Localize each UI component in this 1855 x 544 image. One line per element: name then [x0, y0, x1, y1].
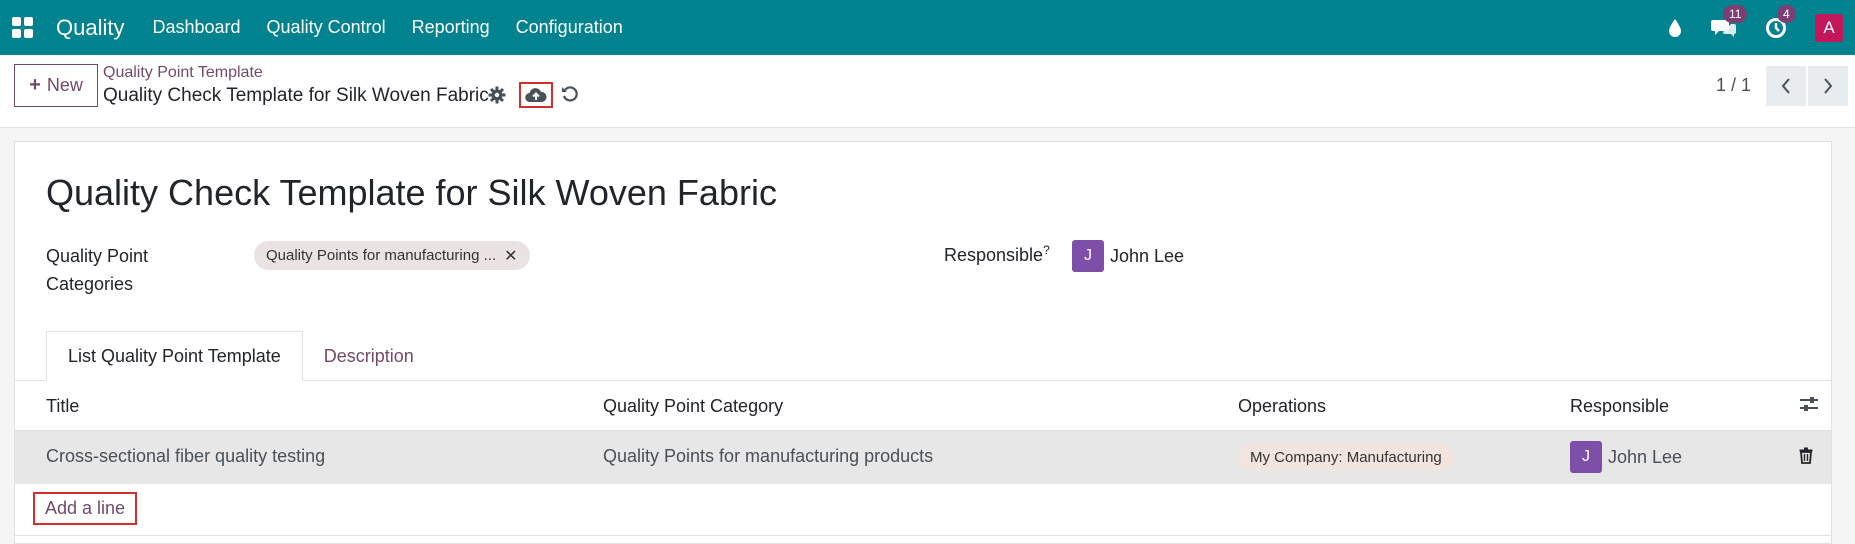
gear-icon[interactable] — [488, 86, 506, 109]
pager-value[interactable]: 1 / 1 — [1716, 75, 1751, 96]
row-responsible-name: John Lee — [1608, 446, 1683, 467]
chevron-right-icon — [1824, 78, 1833, 94]
header-operations[interactable]: Operations — [1238, 396, 1326, 417]
categories-label: Quality Point Categories — [46, 246, 149, 294]
messages-icon[interactable]: 11 — [1711, 4, 1748, 39]
menu-dashboard[interactable]: Dashboard — [152, 17, 240, 38]
row-title: Cross-sectional fiber quality testing — [46, 446, 326, 466]
operation-tag: My Company: Manufacturing — [1238, 443, 1454, 471]
menu-configuration[interactable]: Configuration — [516, 17, 623, 38]
user-avatar[interactable]: A — [1815, 13, 1843, 42]
control-panel: + New Quality Point Template Quality Che… — [0, 55, 1855, 128]
activities-badge: 4 — [1777, 4, 1796, 23]
header-title[interactable]: Title — [46, 396, 79, 417]
row-responsible: J John Lee — [1570, 441, 1682, 473]
activities-clock-icon[interactable]: 4 — [1765, 4, 1796, 39]
discard-undo-icon[interactable] — [561, 85, 579, 108]
responsible-field[interactable]: J John Lee — [1072, 240, 1184, 272]
responsible-label: Responsible? — [944, 243, 1050, 266]
menu-reporting[interactable]: Reporting — [412, 17, 490, 38]
chevron-left-icon — [1781, 78, 1790, 94]
new-button-label: New — [46, 75, 83, 95]
new-button[interactable]: + New — [14, 64, 98, 107]
row-category: Quality Points for manufacturing product… — [603, 446, 934, 466]
tab-description[interactable]: Description — [303, 331, 435, 381]
add-line-row: Add a line — [15, 484, 1831, 536]
category-tag[interactable]: Quality Points for manufacturing ... ✕ — [254, 241, 530, 270]
plus-icon: + — [29, 74, 41, 96]
app-brand[interactable]: Quality — [56, 15, 124, 41]
record-title: Quality Check Template for Silk Woven Fa… — [103, 85, 489, 106]
form-sheet: Quality Check Template for Silk Woven Fa… — [14, 141, 1832, 544]
table-row[interactable]: Cross-sectional fiber quality testing Qu… — [15, 431, 1831, 484]
remove-tag-icon[interactable]: ✕ — [504, 246, 517, 266]
save-cloud-upload-icon[interactable] — [519, 82, 553, 108]
pager-previous-button[interactable] — [1766, 66, 1806, 106]
top-navbar: Quality Dashboard Quality Control Report… — [0, 0, 1855, 55]
avatar: J — [1072, 240, 1104, 272]
breadcrumb[interactable]: Quality Point Template — [103, 64, 263, 82]
category-tag-label: Quality Points for manufacturing ... — [266, 247, 497, 264]
apps-menu-icon[interactable] — [12, 16, 34, 39]
help-tooltip-icon[interactable]: ? — [1043, 243, 1050, 257]
header-quality-point-category[interactable]: Quality Point Category — [603, 396, 783, 417]
messages-badge: 11 — [1723, 4, 1748, 23]
menu-quality-control[interactable]: Quality Control — [267, 17, 386, 38]
notebook-tabs: List Quality Point Template Description — [46, 331, 435, 381]
column-settings-icon[interactable] — [1799, 395, 1819, 418]
header-responsible[interactable]: Responsible — [1570, 396, 1669, 417]
form-title-field[interactable]: Quality Check Template for Silk Woven Fa… — [46, 172, 777, 214]
drop-icon[interactable] — [1667, 18, 1683, 38]
tab-list-quality-point-template[interactable]: List Quality Point Template — [46, 331, 303, 381]
table-header: Title Quality Point Category Operations … — [15, 381, 1831, 431]
pager-next-button[interactable] — [1808, 66, 1848, 106]
avatar: J — [1570, 441, 1602, 473]
responsible-name: John Lee — [1110, 245, 1185, 266]
responsible-label-text: Responsible — [944, 245, 1044, 265]
add-line-button[interactable]: Add a line — [33, 492, 138, 525]
trash-icon[interactable] — [1799, 447, 1813, 469]
